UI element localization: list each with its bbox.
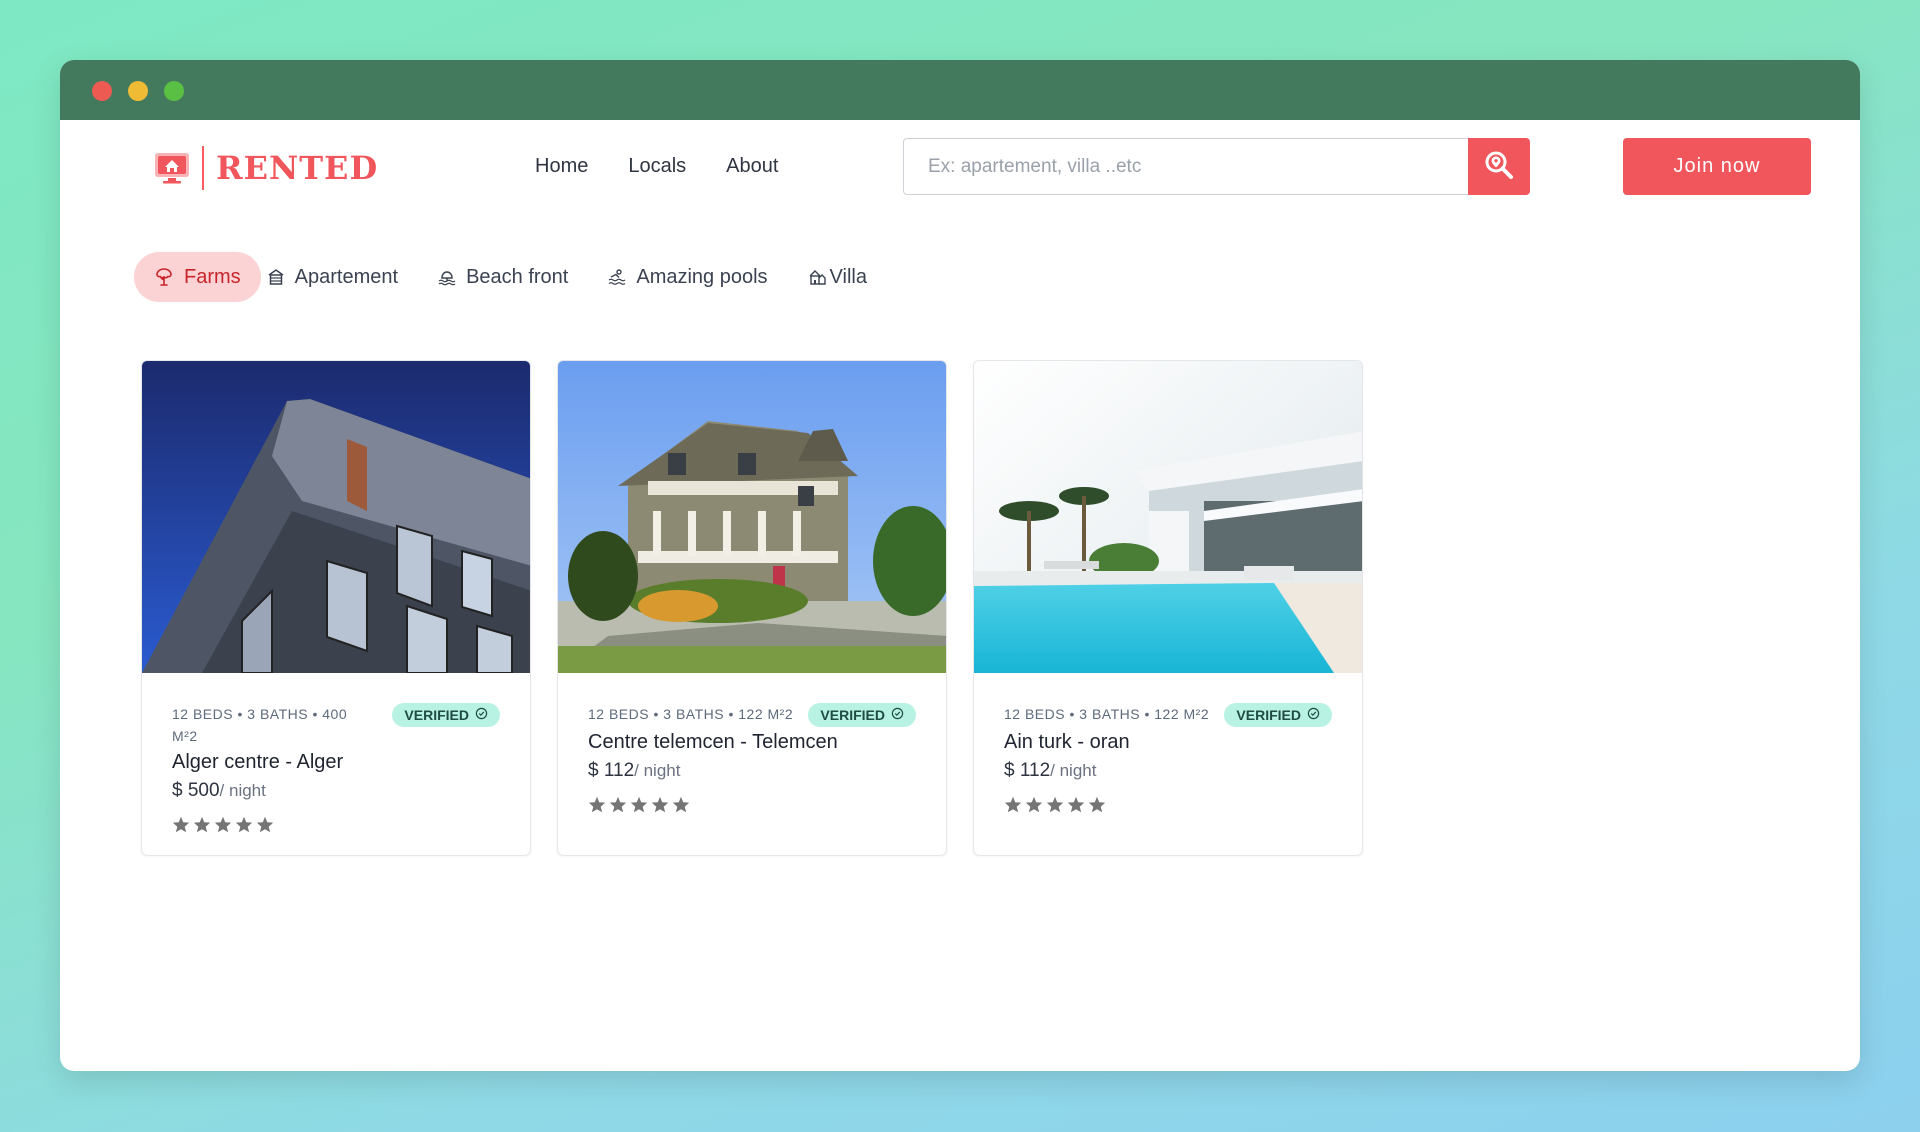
- category-filter-bar: Farms Apartement Beach front Amazing poo…: [134, 252, 887, 302]
- main-nav: Home Locals About: [535, 155, 778, 178]
- listing-card[interactable]: 12 BEDS • 3 BATHS • 122 M²2 VERIFIED Ain…: [973, 360, 1363, 856]
- price-amount: $ 500: [172, 780, 220, 801]
- star-icon: [214, 816, 232, 833]
- star-icon: [235, 816, 253, 833]
- listing-grid: 12 BEDS • 3 BATHS • 400 M²2 VERIFIED Alg…: [141, 360, 1363, 856]
- logo-divider: [202, 146, 204, 190]
- category-farms[interactable]: Farms: [134, 252, 261, 302]
- star-rating: [172, 816, 500, 833]
- star-rating: [1004, 796, 1332, 813]
- listing-meta-row: 12 BEDS • 3 BATHS • 122 M²2 VERIFIED: [588, 703, 916, 727]
- category-beach-front[interactable]: Beach front: [418, 252, 588, 302]
- category-amazing-pools[interactable]: Amazing pools: [588, 252, 787, 302]
- listing-specs: 12 BEDS • 3 BATHS • 122 M²2: [1004, 706, 1210, 722]
- star-icon: [256, 816, 274, 833]
- listing-details: 12 BEDS • 3 BATHS • 122 M²2 VERIFIED Cen…: [558, 673, 946, 835]
- verified-label: VERIFIED: [820, 707, 885, 723]
- star-icon: [651, 796, 669, 813]
- minimize-window-button[interactable]: [128, 81, 148, 101]
- star-icon: [1088, 796, 1106, 813]
- check-circle-icon: [475, 707, 488, 723]
- house-monitor-icon: [152, 148, 192, 188]
- category-label: Farms: [184, 265, 241, 288]
- star-icon: [172, 816, 190, 833]
- brand-name: RENTED: [216, 149, 379, 187]
- brand-logo[interactable]: RENTED: [152, 146, 378, 190]
- listing-title[interactable]: Ain turk - oran: [1004, 731, 1332, 754]
- star-icon: [1025, 796, 1043, 813]
- listing-card[interactable]: 12 BEDS • 3 BATHS • 400 M²2 VERIFIED Alg…: [141, 360, 531, 856]
- price-unit: / night: [1050, 761, 1097, 780]
- category-apartement[interactable]: Apartement: [261, 252, 418, 302]
- join-now-button[interactable]: Join now: [1623, 138, 1811, 195]
- star-icon: [588, 796, 606, 813]
- star-rating: [588, 796, 916, 813]
- price-amount: $ 112: [588, 760, 635, 781]
- listing-specs: 12 BEDS • 3 BATHS • 400 M²2: [172, 706, 348, 744]
- verified-label: VERIFIED: [404, 707, 469, 723]
- listing-title[interactable]: Centre telemcen - Telemcen: [588, 731, 916, 754]
- price-unit: / night: [219, 781, 266, 800]
- listing-card[interactable]: 12 BEDS • 3 BATHS • 122 M²2 VERIFIED Cen…: [557, 360, 947, 856]
- nav-link-about[interactable]: About: [726, 155, 778, 178]
- close-window-button[interactable]: [92, 81, 112, 101]
- nav-link-home[interactable]: Home: [535, 155, 588, 178]
- villa-icon: [808, 268, 826, 286]
- category-label: Beach front: [466, 265, 569, 288]
- listing-price: $ 112/ night: [1004, 760, 1332, 782]
- listing-meta-row: 12 BEDS • 3 BATHS • 400 M²2 VERIFIED: [172, 703, 500, 747]
- listing-photo-modern-building[interactable]: [142, 361, 530, 673]
- star-icon: [1004, 796, 1022, 813]
- search-button[interactable]: [1468, 138, 1530, 195]
- star-icon: [609, 796, 627, 813]
- maximize-window-button[interactable]: [164, 81, 184, 101]
- star-icon: [193, 816, 211, 833]
- verified-label: VERIFIED: [1236, 707, 1301, 723]
- search-pin-icon: [1484, 150, 1514, 183]
- listing-details: 12 BEDS • 3 BATHS • 400 M²2 VERIFIED Alg…: [142, 673, 530, 855]
- category-label: Amazing pools: [636, 265, 768, 288]
- check-circle-icon: [891, 707, 904, 723]
- nav-link-locals[interactable]: Locals: [628, 155, 686, 178]
- listing-photo-victorian-house[interactable]: [558, 361, 946, 673]
- window-titlebar: [60, 60, 1860, 120]
- price-amount: $ 112: [1004, 760, 1051, 781]
- search-bar: [903, 138, 1530, 195]
- listing-specs: 12 BEDS • 3 BATHS • 122 M²2: [588, 706, 794, 722]
- tree-icon: [154, 267, 174, 287]
- top-navbar: RENTED Home Locals About Join now: [60, 120, 1860, 212]
- check-circle-icon: [1307, 707, 1320, 723]
- verified-badge: VERIFIED: [392, 703, 500, 727]
- price-unit: / night: [634, 761, 681, 780]
- star-icon: [672, 796, 690, 813]
- listing-price: $ 500/ night: [172, 780, 500, 802]
- listing-meta-row: 12 BEDS • 3 BATHS • 122 M²2 VERIFIED: [1004, 703, 1332, 727]
- browser-window: RENTED Home Locals About Join now: [60, 60, 1860, 1071]
- star-icon: [1046, 796, 1064, 813]
- verified-badge: VERIFIED: [808, 703, 916, 727]
- verified-badge: VERIFIED: [1224, 703, 1332, 727]
- star-icon: [1067, 796, 1085, 813]
- listing-price: $ 112/ night: [588, 760, 916, 782]
- listing-photo-pool-villa[interactable]: [974, 361, 1362, 673]
- star-icon: [630, 796, 648, 813]
- category-label: Villa: [829, 265, 867, 288]
- category-villa[interactable]: Villa: [788, 252, 887, 302]
- search-input[interactable]: [903, 138, 1468, 195]
- beach-icon: [438, 268, 456, 286]
- listing-details: 12 BEDS • 3 BATHS • 122 M²2 VERIFIED Ain…: [974, 673, 1362, 835]
- category-label: Apartement: [294, 265, 399, 288]
- building-icon: [267, 268, 285, 286]
- listing-title[interactable]: Alger centre - Alger: [172, 751, 500, 774]
- pool-icon: [608, 268, 626, 286]
